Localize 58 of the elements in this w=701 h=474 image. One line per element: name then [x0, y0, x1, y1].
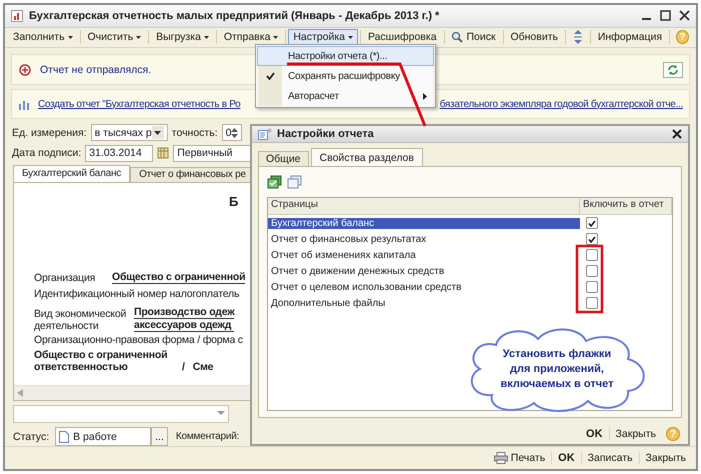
- comment-label: Комментарий:: [176, 431, 240, 442]
- legal-form-value: Общество с ограниченной: [34, 348, 168, 361]
- status-label: Статус:: [13, 430, 50, 443]
- precision-field[interactable]: 0: [222, 124, 242, 142]
- callout-text: Установить флажки для приложений, включаемых в отчет: [500, 346, 614, 392]
- menu-button[interactable]: Заполнить: [8, 29, 78, 46]
- table-cell[interactable]: Отчет о целевом использовании средств: [268, 282, 580, 293]
- tab[interactable]: Общие: [258, 151, 309, 166]
- ownership-value: Сме: [192, 360, 214, 373]
- units-dropdown[interactable]: в тысячах р: [90, 124, 168, 142]
- report-heading: Б: [229, 194, 238, 209]
- legal-form-value: ответственностью: [34, 360, 129, 373]
- menu-item[interactable]: Авторасчет: [257, 86, 434, 106]
- field-label: Организация: [34, 272, 96, 284]
- field-label: Идентификационный номер налогоплатель: [34, 288, 240, 300]
- report-link[interactable]: Создать отчет "Бухгалтерская отчетность в Ро: [38, 98, 240, 110]
- organization-value: Общество с ограниченной: [112, 270, 246, 284]
- tab[interactable]: Бухгалтерский баланс: [13, 164, 130, 182]
- slash-text: /: [182, 360, 185, 373]
- toolbar-button[interactable]: Информация: [592, 29, 668, 46]
- menu-button[interactable]: Отправка: [218, 29, 284, 46]
- date-field[interactable]: 31.03.2014: [85, 144, 154, 162]
- menu-button[interactable]: Выгрузка: [151, 29, 214, 46]
- activity-value: Производство одеж: [134, 306, 234, 319]
- dialog-title: Настройки отчета: [277, 128, 375, 140]
- toolbar-button[interactable]: Обновить: [505, 29, 563, 46]
- window-title: Бухгалтерская отчетность малых предприятий (Январь - Декабрь 2013 г.) *: [29, 10, 440, 22]
- field-label: деятельности: [34, 320, 100, 332]
- column-header: Страницы: [268, 198, 580, 214]
- menu-button[interactable]: Настройка: [288, 29, 358, 46]
- print-button[interactable]: Печать: [488, 452, 552, 464]
- table-cell[interactable]: Дополнительные файлы: [268, 298, 580, 309]
- tab[interactable]: Свойства разделов: [310, 148, 423, 166]
- ok-button[interactable]: OK: [580, 428, 609, 440]
- select-button[interactable]: ...: [151, 427, 168, 446]
- footer-button[interactable]: Записать: [580, 452, 639, 464]
- field-label: Вид экономической: [34, 308, 126, 320]
- status-field[interactable]: В работе: [55, 427, 152, 446]
- units-label: Ед. измерения:: [12, 126, 87, 139]
- toolbar-button[interactable]: Расшифровка: [362, 29, 442, 46]
- table-cell[interactable]: Отчет об изменениях капитала: [268, 250, 580, 261]
- menu-button[interactable]: Очистить: [82, 29, 146, 46]
- menu-item[interactable]: Сохранять расшифровку: [257, 66, 434, 86]
- activity-value: аксессуаров одежд: [134, 318, 234, 332]
- table-cell[interactable]: Бухгалтерский баланс: [268, 218, 580, 229]
- search-button[interactable]: Поиск: [446, 29, 501, 46]
- field-label: Организационно-правовая форма / форма с: [34, 334, 243, 346]
- footer-button[interactable]: Закрыть: [608, 428, 662, 440]
- ok-button[interactable]: OK: [551, 452, 581, 464]
- table-cell[interactable]: Отчет о движении денежных средств: [268, 266, 580, 277]
- menu-item[interactable]: Настройки отчета (*)...: [257, 46, 434, 66]
- table-cell[interactable]: Отчет о финансовых результатах: [268, 234, 580, 245]
- column-header: Включить в отчет: [580, 198, 672, 214]
- precision-label: точность:: [172, 126, 218, 139]
- footer-button[interactable]: Закрыть: [638, 452, 692, 464]
- report-link[interactable]: бязательного экземпляра годовой бухгалтерской отче...: [440, 98, 683, 110]
- status-message: Отчет не отправлялся.: [40, 64, 152, 76]
- date-label: Дата подписи:: [12, 147, 82, 160]
